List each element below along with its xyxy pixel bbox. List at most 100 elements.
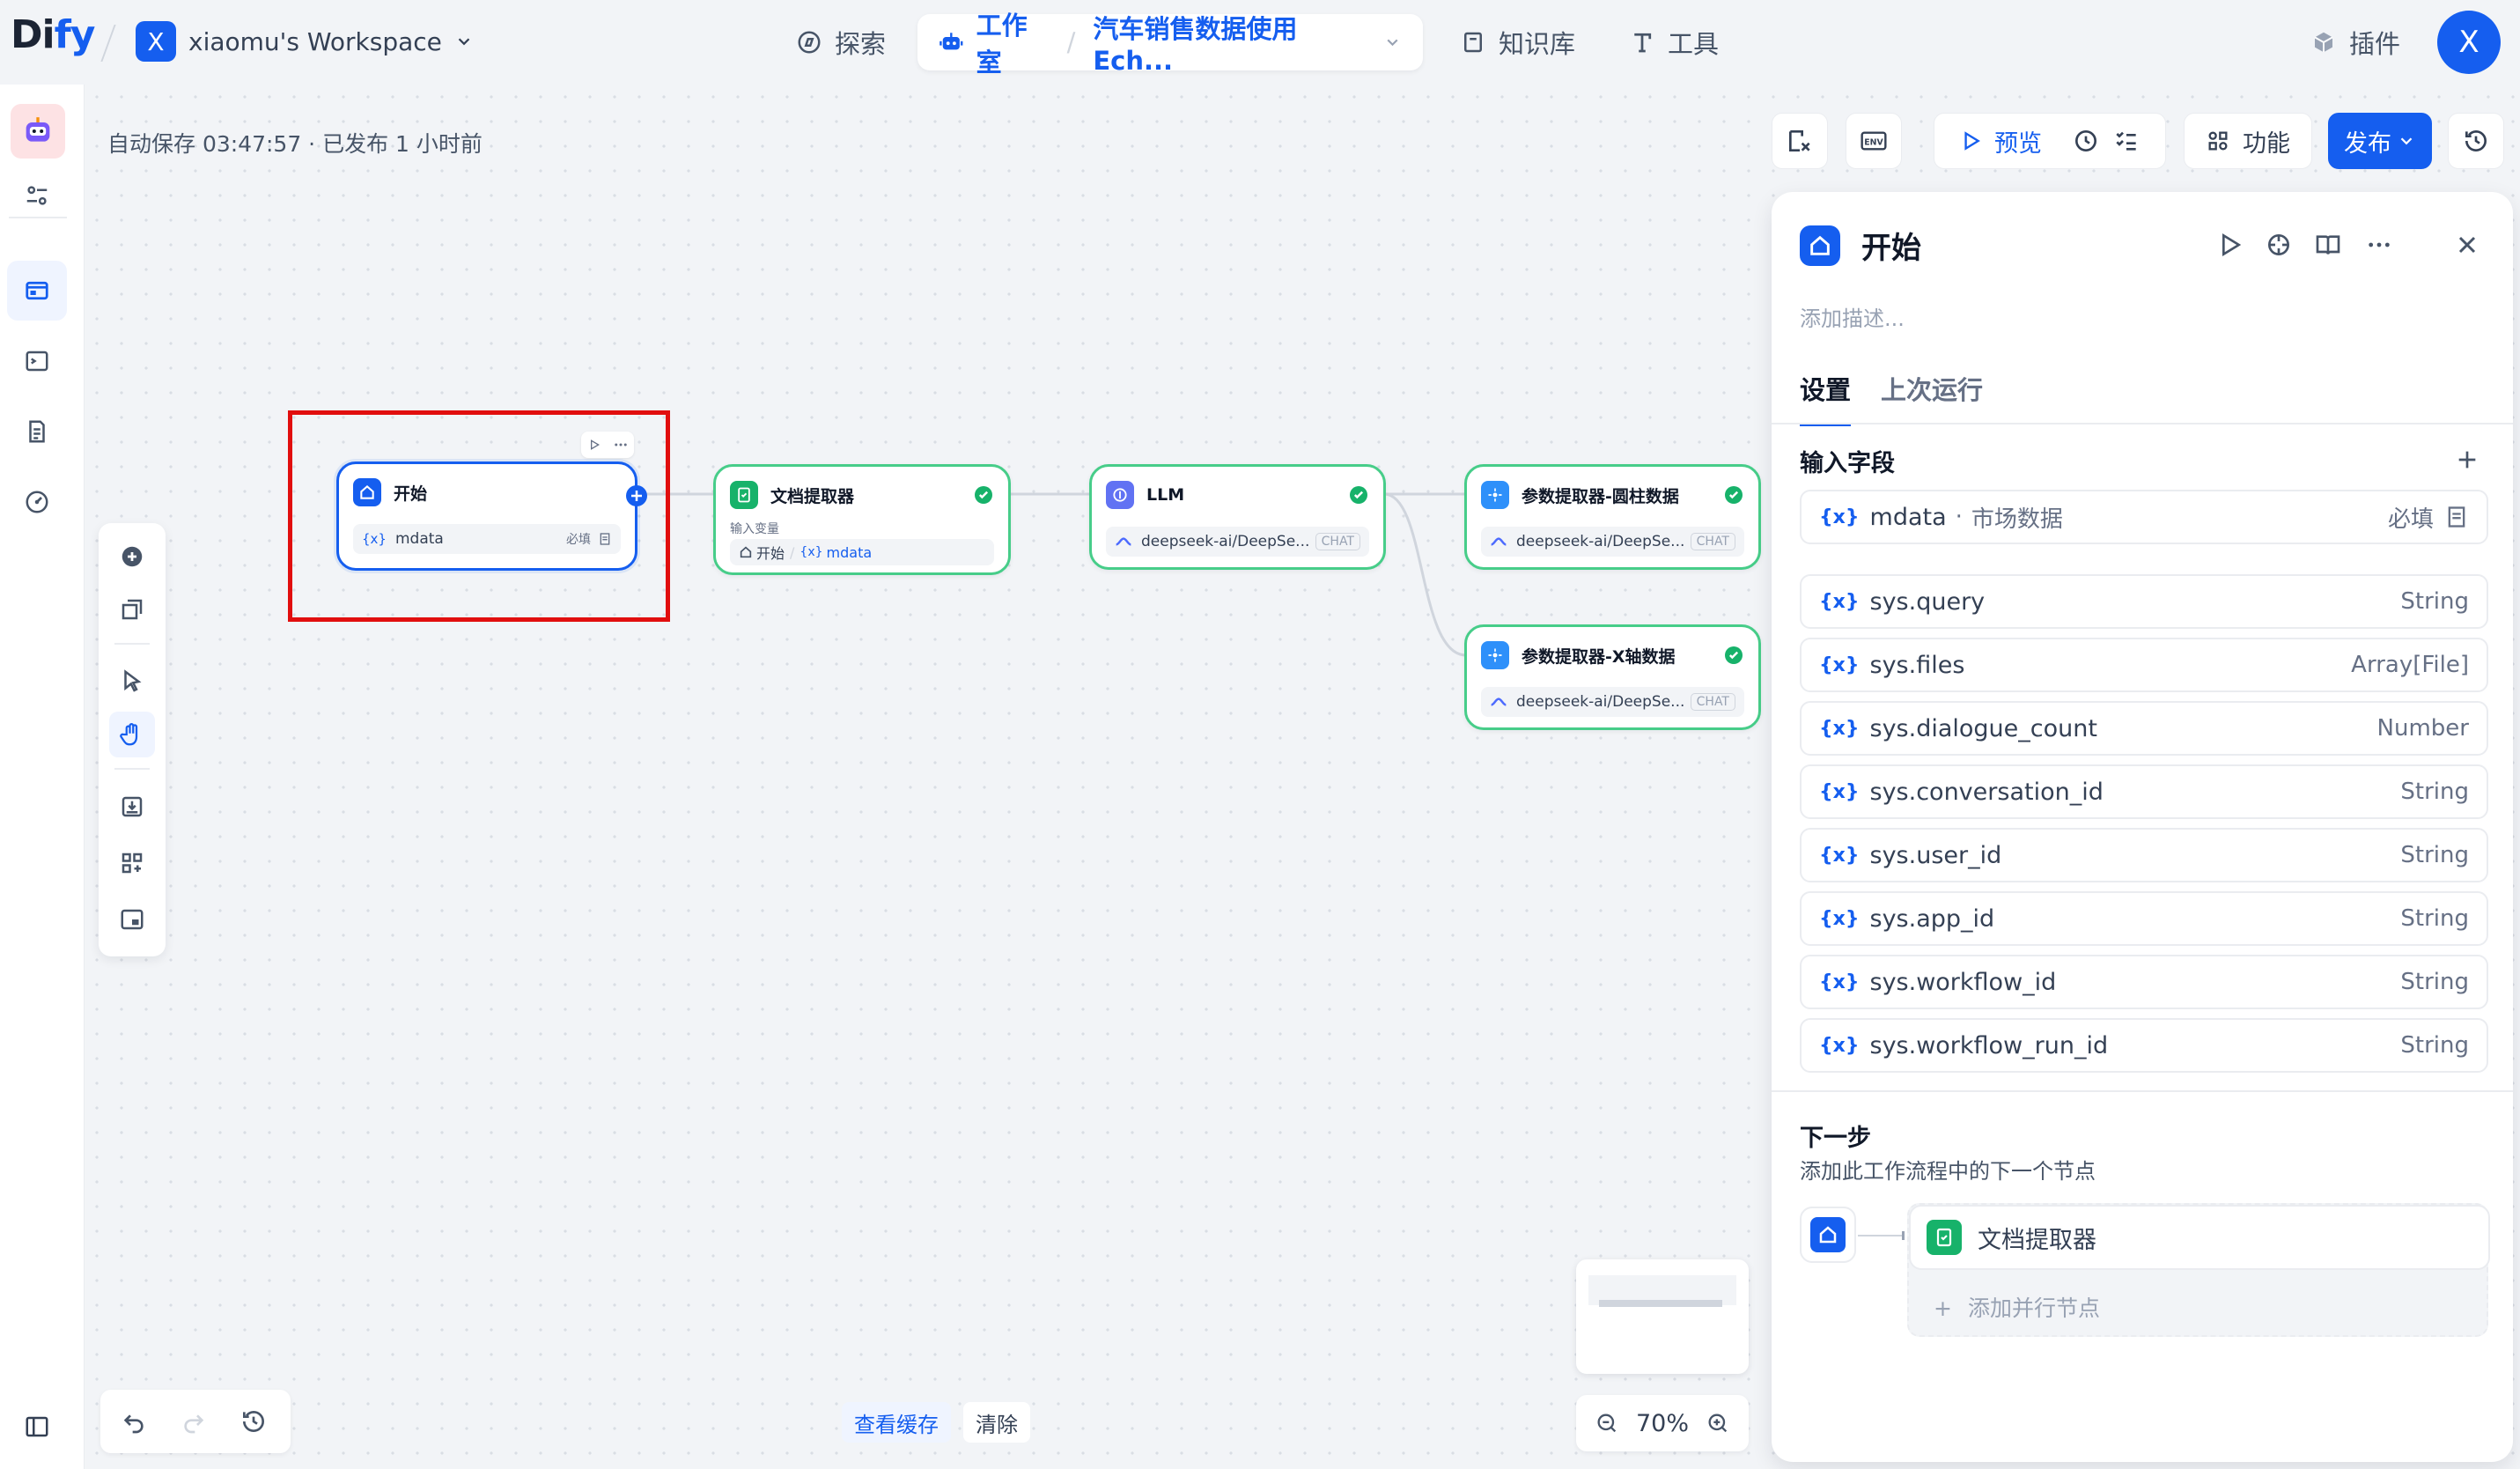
node-doc-extractor-header: 文档提取器 [730, 481, 854, 509]
panel-node-icon [1800, 225, 1840, 266]
node-param-x-mode-badge: CHAT [1690, 693, 1735, 711]
field-type: String [2400, 842, 2469, 868]
node-llm-model-row: deepseek-ai/DeepSe... CHAT [1106, 527, 1369, 557]
checklist-button[interactable] [1772, 113, 1828, 169]
plus-circle-icon [119, 543, 145, 570]
input-fields-title: 输入字段 [1800, 450, 1895, 477]
sys-field-files[interactable]: {x} sys.files Array[File] [1800, 638, 2488, 692]
clear-cache-button[interactable]: 清除 [963, 1402, 1030, 1443]
tab-last-run[interactable]: 上次运行 [1881, 370, 1983, 426]
node-param-bar-mode-badge: CHAT [1690, 533, 1735, 550]
play-icon [2215, 231, 2244, 259]
section-divider [1772, 1090, 2513, 1092]
organize-blocks-button[interactable] [109, 840, 155, 886]
docs-button[interactable] [2310, 227, 2346, 262]
sys-field-workflow-id[interactable]: {x} sys.workflow_id String [1800, 955, 2488, 1009]
export-image-button[interactable] [109, 784, 155, 830]
run-history-icon[interactable] [2072, 127, 2100, 155]
zoom-out-icon[interactable] [1595, 1411, 1619, 1436]
sys-field-query[interactable]: {x} sys.query String [1800, 574, 2488, 629]
sys-field-user-id[interactable]: {x} sys.user_id String [1800, 828, 2488, 882]
field-name: sys.dialogue_count [1869, 714, 2097, 742]
run-node-button[interactable] [2212, 227, 2247, 262]
success-check-icon [975, 486, 992, 504]
palette-divider [114, 768, 150, 770]
variable-icon: {x} [1819, 506, 1860, 528]
sys-field-workflow-run-id[interactable]: {x} sys.workflow_run_id String [1800, 1018, 2488, 1073]
next-step-subtitle: 添加此工作流程中的下一个节点 [1800, 1159, 2096, 1184]
add-parallel-node-button[interactable]: + 添加并行节点 [1934, 1291, 2100, 1323]
zoom-level[interactable]: 70% [1636, 1410, 1689, 1437]
node-doc-extractor[interactable]: 文档提取器 输入变量 开始 / {x} mdata [713, 464, 1011, 575]
field-label: 市场数据 [1971, 506, 2063, 533]
field-name: sys.workflow_id [1869, 968, 2057, 996]
path-separator: / [790, 543, 795, 561]
view-cache-button[interactable]: 查看缓存 [842, 1402, 951, 1443]
env-variables-button[interactable]: ENV [1846, 113, 1902, 169]
node-param-x-model-row: deepseek-ai/DeepSe... CHAT [1481, 687, 1744, 717]
deepseek-icon [1490, 535, 1507, 548]
variable-icon: {x} [799, 545, 823, 559]
panel-title-text[interactable]: 开始 [1861, 224, 1921, 267]
input-field-mdata[interactable]: {x} mdata · 市场数据 必填 [1800, 490, 2488, 544]
features-button[interactable]: 功能 [2184, 113, 2312, 169]
env-icon: ENV [1860, 127, 1888, 155]
field-type: Number [2376, 715, 2469, 742]
node-param-x-model: deepseek-ai/DeepSe... [1516, 693, 1685, 711]
add-note-button[interactable] [109, 587, 155, 632]
undo-icon[interactable] [120, 1407, 148, 1436]
canvas-minimap[interactable] [1576, 1259, 1749, 1374]
node-doc-extractor-input-label: 输入变量 [730, 522, 779, 536]
node-llm[interactable]: LLM deepseek-ai/DeepSe... CHAT [1089, 464, 1386, 570]
node-param-extractor-bar[interactable]: 参数提取器-圆柱数据 deepseek-ai/DeepSe... CHAT [1464, 464, 1761, 570]
param-extractor-icon [1486, 486, 1504, 504]
sys-field-dialogue-count[interactable]: {x} sys.dialogue_count Number [1800, 701, 2488, 756]
field-name: mdata [1869, 503, 1947, 531]
history-icon[interactable] [239, 1407, 268, 1436]
next-node-doc-extractor[interactable]: 文档提取器 [1909, 1205, 2490, 1270]
hand-icon [119, 721, 145, 748]
next-step-source-node [1800, 1207, 1856, 1263]
node-param-bar-model: deepseek-ai/DeepSe... [1516, 533, 1685, 550]
node-doc-extractor-icon-wrap [730, 481, 758, 509]
zoom-in-icon[interactable] [1706, 1411, 1730, 1436]
sys-field-app-id[interactable]: {x} sys.app_id String [1800, 891, 2488, 946]
cursor-icon [119, 668, 145, 695]
success-check-icon [1725, 486, 1743, 504]
field-name: sys.conversation_id [1869, 778, 2104, 806]
apps-icon [2206, 129, 2230, 153]
plus-icon: + [1934, 1296, 1952, 1321]
redo-icon[interactable] [180, 1407, 208, 1436]
tab-settings[interactable]: 设置 [1800, 370, 1852, 426]
field-type: String [2400, 905, 2469, 932]
field-type: Array[File] [2351, 652, 2469, 678]
sys-field-conversation-id[interactable]: {x} sys.conversation_id String [1800, 764, 2488, 819]
source-var-name: mdata [826, 543, 873, 561]
note-add-icon [119, 596, 145, 623]
source-node-name: 开始 [756, 545, 785, 562]
panel-tabs: 设置 上次运行 [1800, 370, 1983, 426]
variable-icon: {x} [1819, 1034, 1860, 1057]
description-input[interactable]: 添加描述... [1800, 301, 1905, 332]
add-input-field-button[interactable] [2450, 442, 2485, 477]
close-icon [2453, 231, 2481, 259]
help-button[interactable] [2261, 227, 2296, 262]
node-llm-icon-wrap [1106, 481, 1134, 509]
pointer-mode-button[interactable] [109, 659, 155, 705]
field-type: String [2400, 588, 2469, 615]
publish-label: 发布 [2344, 129, 2391, 158]
version-history-button[interactable] [2448, 113, 2504, 169]
more-options-button[interactable] [2362, 227, 2397, 262]
play-icon[interactable] [1959, 129, 1982, 152]
node-param-extractor-x[interactable]: 参数提取器-X轴数据 deepseek-ai/DeepSe... CHAT [1464, 624, 1761, 730]
hand-mode-button[interactable] [109, 712, 155, 757]
list-check-icon[interactable] [2112, 127, 2141, 155]
publish-button[interactable]: 发布 [2328, 113, 2432, 169]
node-param-bar-model-row: deepseek-ai/DeepSe... CHAT [1481, 527, 1744, 557]
minimap-toggle-button[interactable] [109, 897, 155, 942]
preview-button[interactable]: 预览 [1994, 124, 2042, 159]
history-controls [100, 1390, 291, 1453]
add-node-button[interactable] [109, 534, 155, 579]
close-panel-button[interactable] [2450, 227, 2485, 262]
home-icon [1817, 1224, 1838, 1245]
